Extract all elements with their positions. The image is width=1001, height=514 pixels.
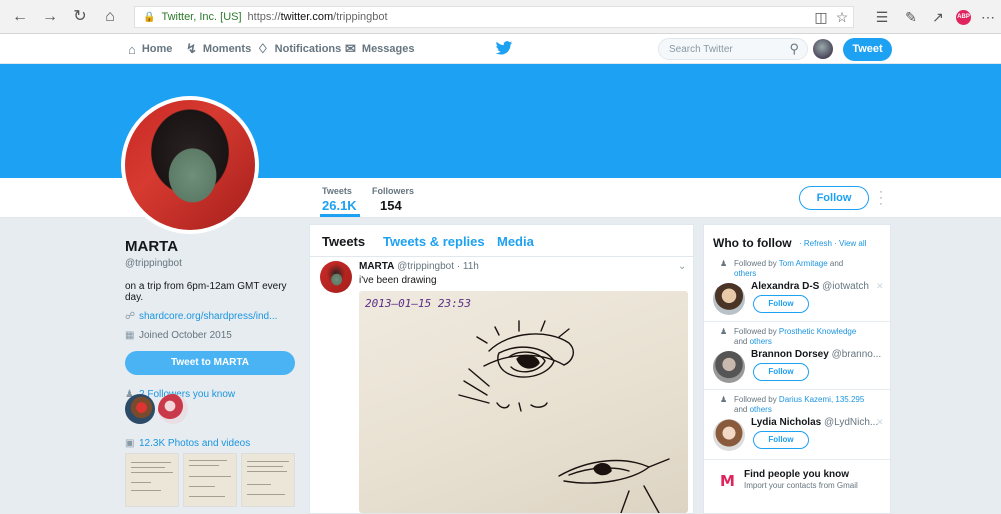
twitter-top-nav: ⌂ Home ↯ Moments ♢ Notifications ✉ Messages … — [0, 34, 1001, 64]
photos-videos-link[interactable]: ▣ 12.3K Photos and videos — [125, 438, 250, 449]
calendar-icon: ▦ — [125, 330, 135, 341]
envelope-icon: ✉ — [345, 41, 356, 56]
forward-icon[interactable]: → — [40, 7, 60, 27]
search-placeholder: Search Twitter — [669, 43, 733, 55]
timeline: Tweets Tweets & replies Media MARTA @tri… — [309, 224, 694, 514]
followed-by-text: ♟ Followed by Prosthetic Knowledge and oth… — [720, 327, 857, 346]
follow-button[interactable]: Follow — [753, 363, 809, 381]
profile-sidebar: MARTA @trippingbot on a trip from 6pm-12… — [125, 238, 305, 400]
url-text: https://twitter.com/trippingbot — [247, 11, 388, 23]
follow-button[interactable]: Follow — [753, 295, 809, 313]
search-input[interactable]: Search Twitter ⚲ — [658, 38, 808, 60]
follow-button[interactable]: Follow — [799, 186, 869, 210]
gmail-icon: M — [720, 472, 735, 490]
reading-view-icon[interactable]: ◫ — [812, 8, 830, 26]
lock-icon: 🔒 — [143, 11, 156, 23]
find-people-subtext: Import your contacts from Gmail — [744, 481, 858, 490]
adblock-icon[interactable]: ABP — [956, 10, 971, 25]
profile-name[interactable]: MARTA — [125, 238, 305, 255]
home-icon: ⌂ — [128, 41, 136, 57]
followers-you-know-link[interactable]: ♟ 2 Followers you know — [125, 389, 305, 400]
tweet-image[interactable]: 2013–01–15 23:53 — [359, 291, 688, 513]
nav-home[interactable]: ⌂ Home — [128, 34, 172, 64]
home-icon[interactable]: ⌂ — [100, 7, 120, 27]
person-icon: ♟ — [720, 327, 728, 336]
timeline-tabs: Tweets Tweets & replies Media — [310, 225, 693, 257]
share-icon[interactable]: ↗ — [929, 8, 947, 26]
image-icon: ▣ — [125, 438, 135, 449]
avatar[interactable] — [713, 351, 745, 383]
followed-by-text: ♟ Followed by Tom Armitage and others — [720, 259, 844, 278]
profile-link[interactable]: shardcore.org/shardpress/ind... — [139, 311, 277, 322]
twitter-bird-icon[interactable] — [495, 41, 513, 61]
tab-tweets-and-replies[interactable]: Tweets & replies — [383, 234, 485, 249]
avatar[interactable] — [813, 39, 833, 59]
close-icon[interactable]: ✕ — [876, 281, 884, 292]
tweet-handle-time[interactable]: @trippingbot · 11h — [397, 261, 479, 272]
tab-tweets[interactable]: Tweets — [322, 234, 365, 249]
tweet-header: MARTA @trippingbot · 11h — [359, 261, 479, 272]
lightning-icon: ↯ — [186, 41, 197, 56]
more-icon[interactable]: ⋯ — [979, 8, 997, 26]
refresh-icon[interactable]: ↻ — [70, 7, 90, 27]
find-people-link[interactable]: Find people you know — [744, 469, 849, 480]
tweet-button[interactable]: Tweet — [843, 38, 892, 61]
bell-icon: ♢ — [257, 41, 269, 56]
tweet-to-button[interactable]: Tweet to MARTA — [125, 351, 295, 375]
refresh-view-all-links[interactable]: · Refresh · View all — [799, 239, 866, 248]
drawing-sketch — [458, 320, 670, 513]
followed-by-text: ♟ Followed by Darius Kazemi, 135.295 and o… — [720, 395, 865, 414]
divider — [704, 321, 890, 322]
follower-avatar[interactable] — [125, 394, 155, 424]
divider — [704, 459, 890, 460]
avatar[interactable] — [713, 419, 745, 451]
person-icon: ♟ — [720, 395, 728, 404]
who-to-follow-panel: Who to follow · Refresh · View all ♟ Foll… — [703, 224, 891, 514]
follower-avatar[interactable] — [158, 394, 188, 424]
browser-toolbar: ← → ↻ ⌂ 🔒 Twitter, Inc. [US] https://twi… — [0, 0, 1001, 34]
profile-handle[interactable]: @trippingbot — [125, 258, 305, 269]
tweet-text: i've been drawing — [359, 275, 437, 286]
address-bar[interactable]: 🔒 Twitter, Inc. [US] https://twitter.com… — [134, 6, 854, 28]
active-stat-indicator — [320, 214, 360, 217]
tab-media[interactable]: Media — [497, 234, 534, 249]
more-options-icon[interactable]: · · · — [878, 185, 884, 209]
profile-bio: on a trip from 6pm-12am GMT every day. — [125, 281, 287, 303]
chevron-down-icon[interactable]: ⌄ — [678, 261, 686, 272]
web-note-icon[interactable]: ✎ — [902, 8, 920, 26]
close-icon[interactable]: ✕ — [876, 417, 884, 428]
nav-messages[interactable]: ✉ Messages — [345, 34, 415, 64]
media-thumbnail[interactable] — [125, 453, 179, 507]
follow-button[interactable]: Follow — [753, 431, 809, 449]
back-icon[interactable]: ← — [10, 7, 30, 27]
media-thumbnail[interactable] — [241, 453, 295, 507]
stat-followers[interactable]: Followers 154 — [372, 186, 414, 213]
person-icon: ♟ — [720, 259, 728, 268]
who-to-follow-title: Who to follow — [713, 236, 792, 250]
tweet-avatar[interactable] — [320, 261, 352, 293]
media-thumbnail[interactable] — [183, 453, 237, 507]
site-identity: Twitter, Inc. [US] — [161, 11, 242, 23]
nav-moments[interactable]: ↯ Moments — [186, 34, 251, 64]
tweet-author-name[interactable]: MARTA — [359, 261, 394, 272]
favorites-hub-icon[interactable]: ☰ — [873, 8, 891, 26]
profile-link-row: ☍ shardcore.org/shardpress/ind... — [125, 311, 305, 322]
profile-joined-row: ▦ Joined October 2015 — [125, 330, 232, 341]
favorite-star-icon[interactable]: ☆ — [833, 8, 851, 26]
avatar[interactable] — [713, 283, 745, 315]
suggestion-name[interactable]: Brannon Dorsey @branno... — [751, 349, 881, 360]
suggestion-name[interactable]: Alexandra D-S @iotwatch — [751, 281, 869, 292]
nav-notifications[interactable]: ♢ Notifications — [257, 34, 341, 64]
stat-tweets[interactable]: Tweets 26.1K — [322, 186, 357, 213]
link-icon: ☍ — [125, 311, 136, 322]
divider — [704, 389, 890, 390]
suggestion-name[interactable]: Lydia Nicholas @LydNich... — [751, 417, 878, 428]
search-icon[interactable]: ⚲ — [789, 41, 799, 57]
profile-avatar[interactable] — [121, 96, 259, 234]
